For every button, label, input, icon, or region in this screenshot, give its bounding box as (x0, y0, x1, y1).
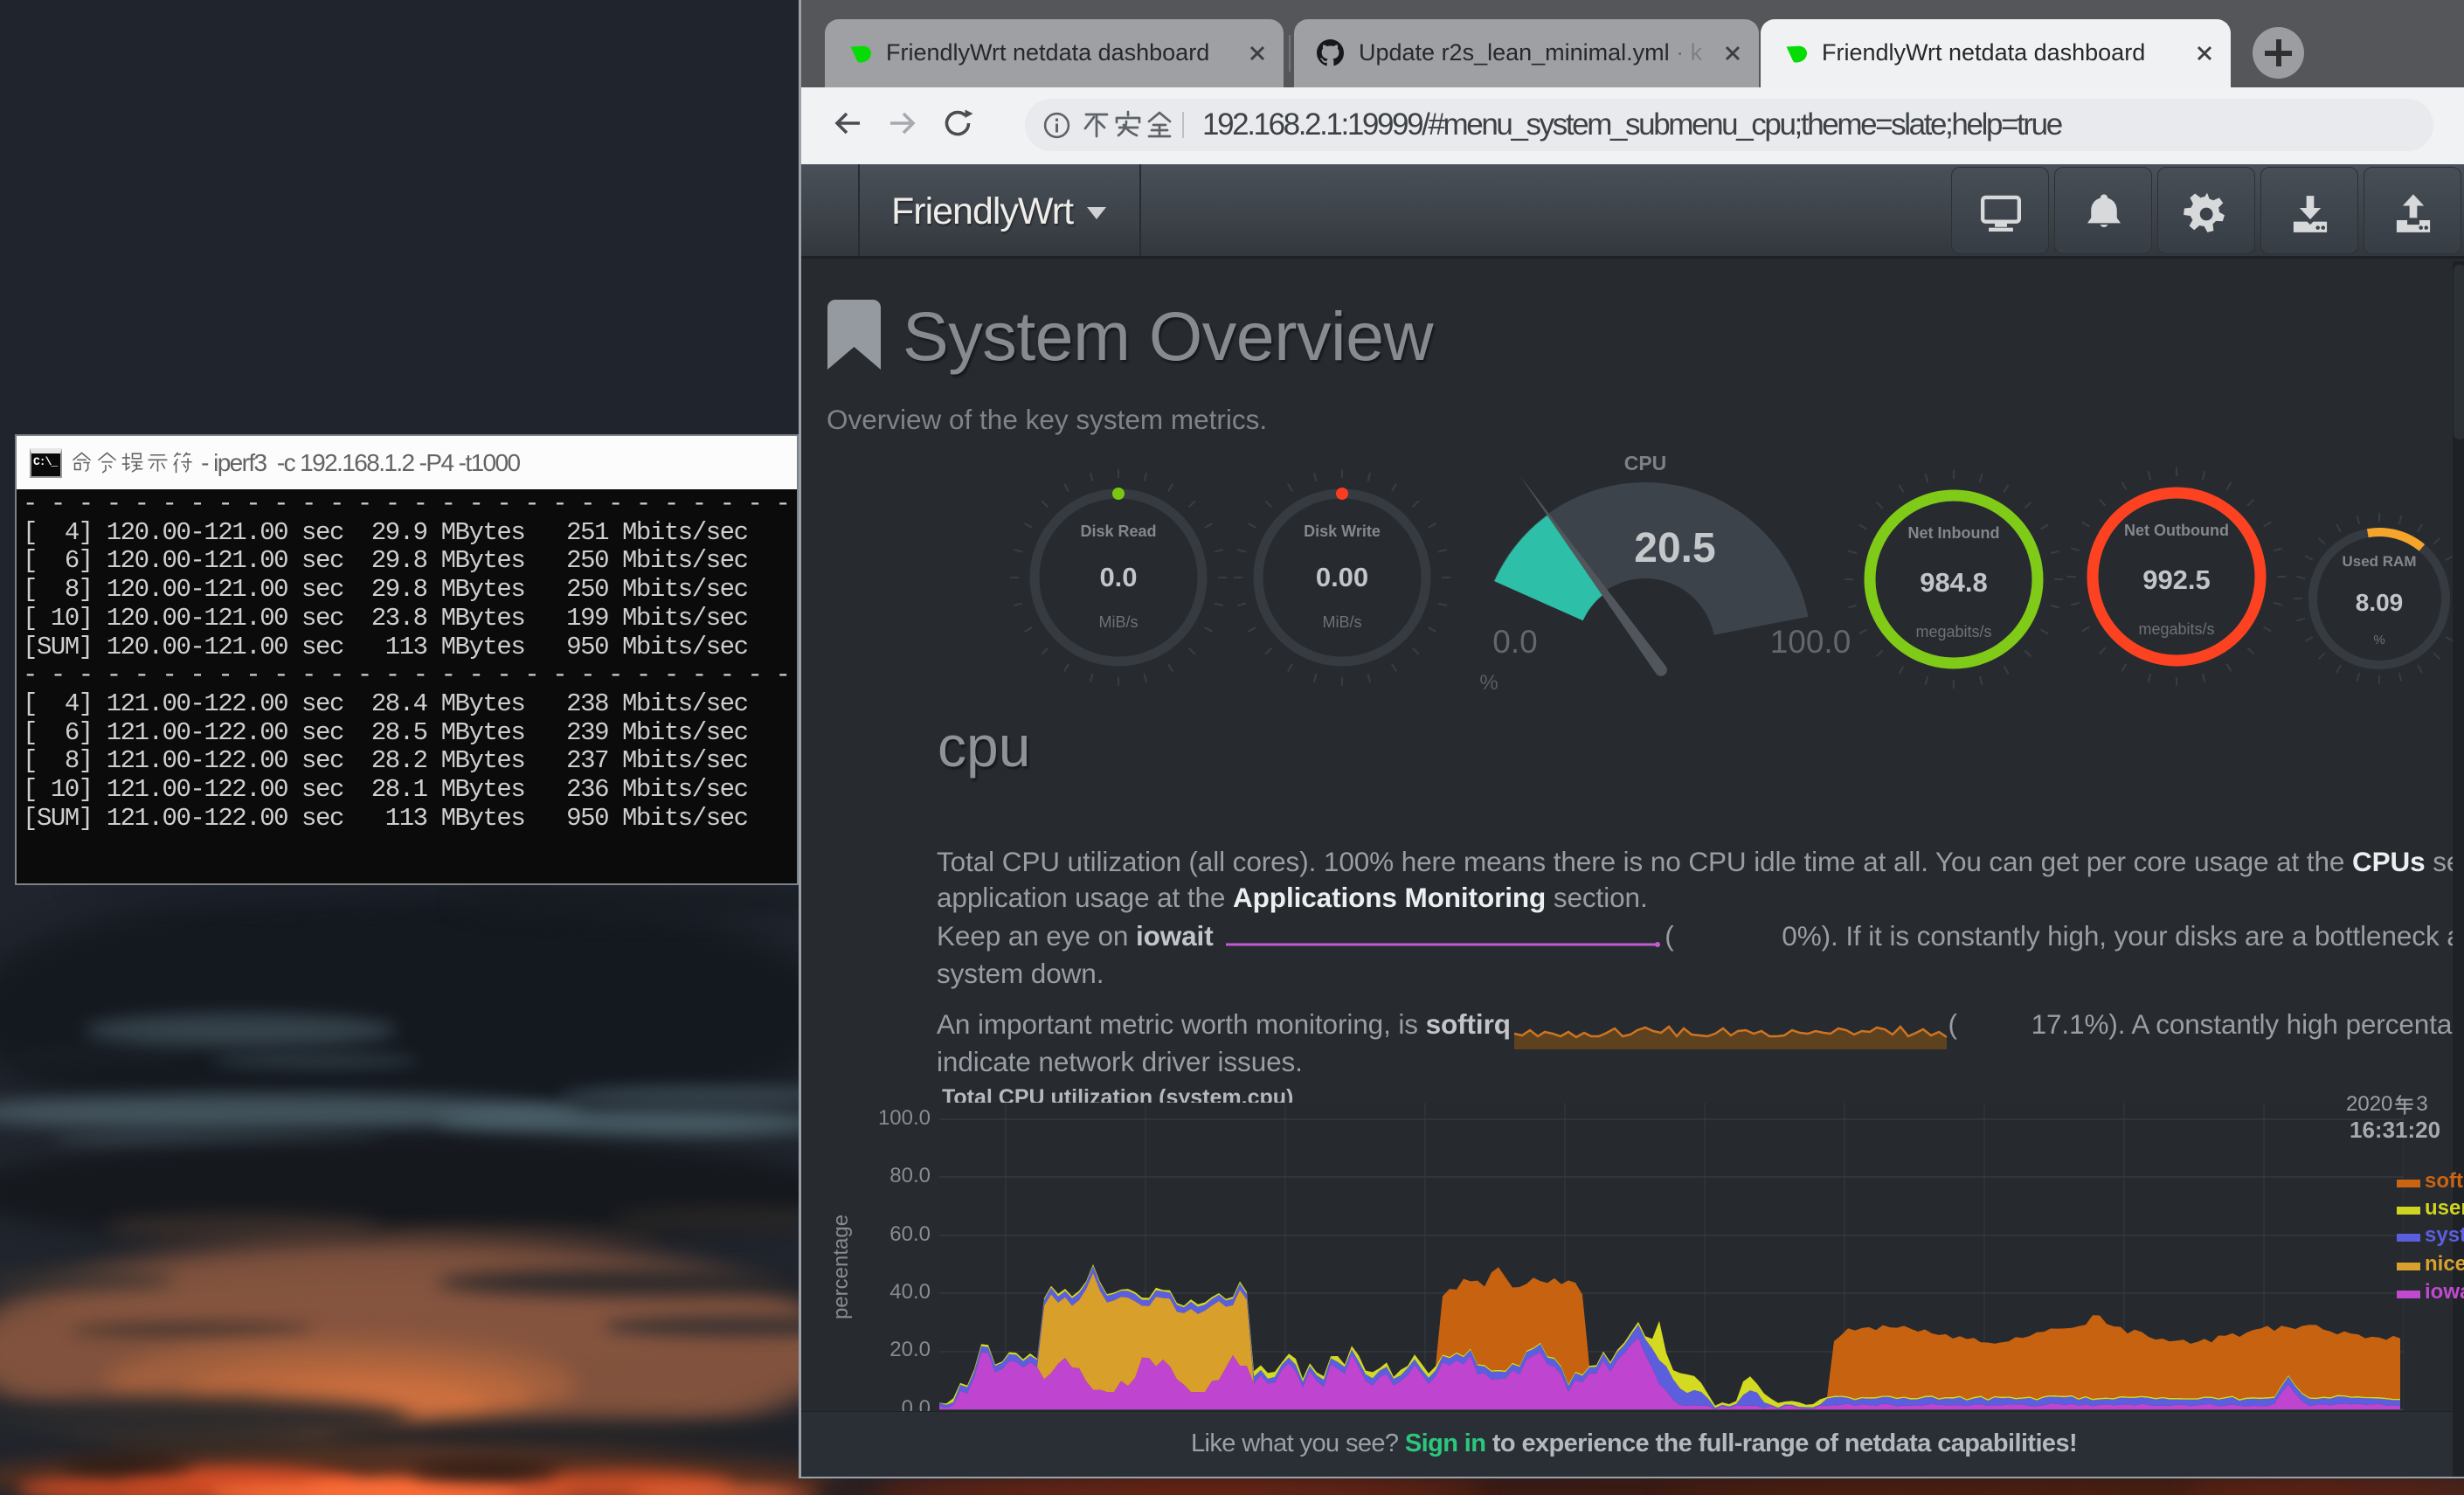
svg-text:8.09: 8.09 (2356, 589, 2404, 616)
svg-text:0.00: 0.00 (1316, 562, 1368, 592)
svg-text:20.5: 20.5 (1634, 525, 1715, 571)
svg-text:megabits/s: megabits/s (2138, 620, 2214, 638)
svg-text:984.8: 984.8 (1920, 567, 1988, 598)
svg-text:MiB/s: MiB/s (1323, 613, 1362, 631)
svg-text:0.0: 0.0 (1492, 624, 1537, 660)
svg-text:Disk Read: Disk Read (1080, 523, 1156, 540)
svg-text:megabits/s: megabits/s (1915, 623, 1991, 640)
svg-text:Net Inbound: Net Inbound (1908, 524, 2000, 542)
svg-text:992.5: 992.5 (2142, 564, 2211, 595)
svg-text:100.0: 100.0 (1770, 624, 1851, 660)
svg-text:Used RAM: Used RAM (2342, 553, 2416, 570)
svg-text:%: % (1479, 671, 1498, 695)
svg-text:%: % (2373, 633, 2384, 647)
svg-text:Net Outbound: Net Outbound (2124, 522, 2229, 539)
svg-text:Disk Write: Disk Write (1304, 523, 1381, 540)
svg-text:MiB/s: MiB/s (1099, 613, 1139, 631)
svg-text:0.0: 0.0 (1099, 562, 1137, 592)
svg-text:CPU: CPU (1624, 452, 1667, 474)
